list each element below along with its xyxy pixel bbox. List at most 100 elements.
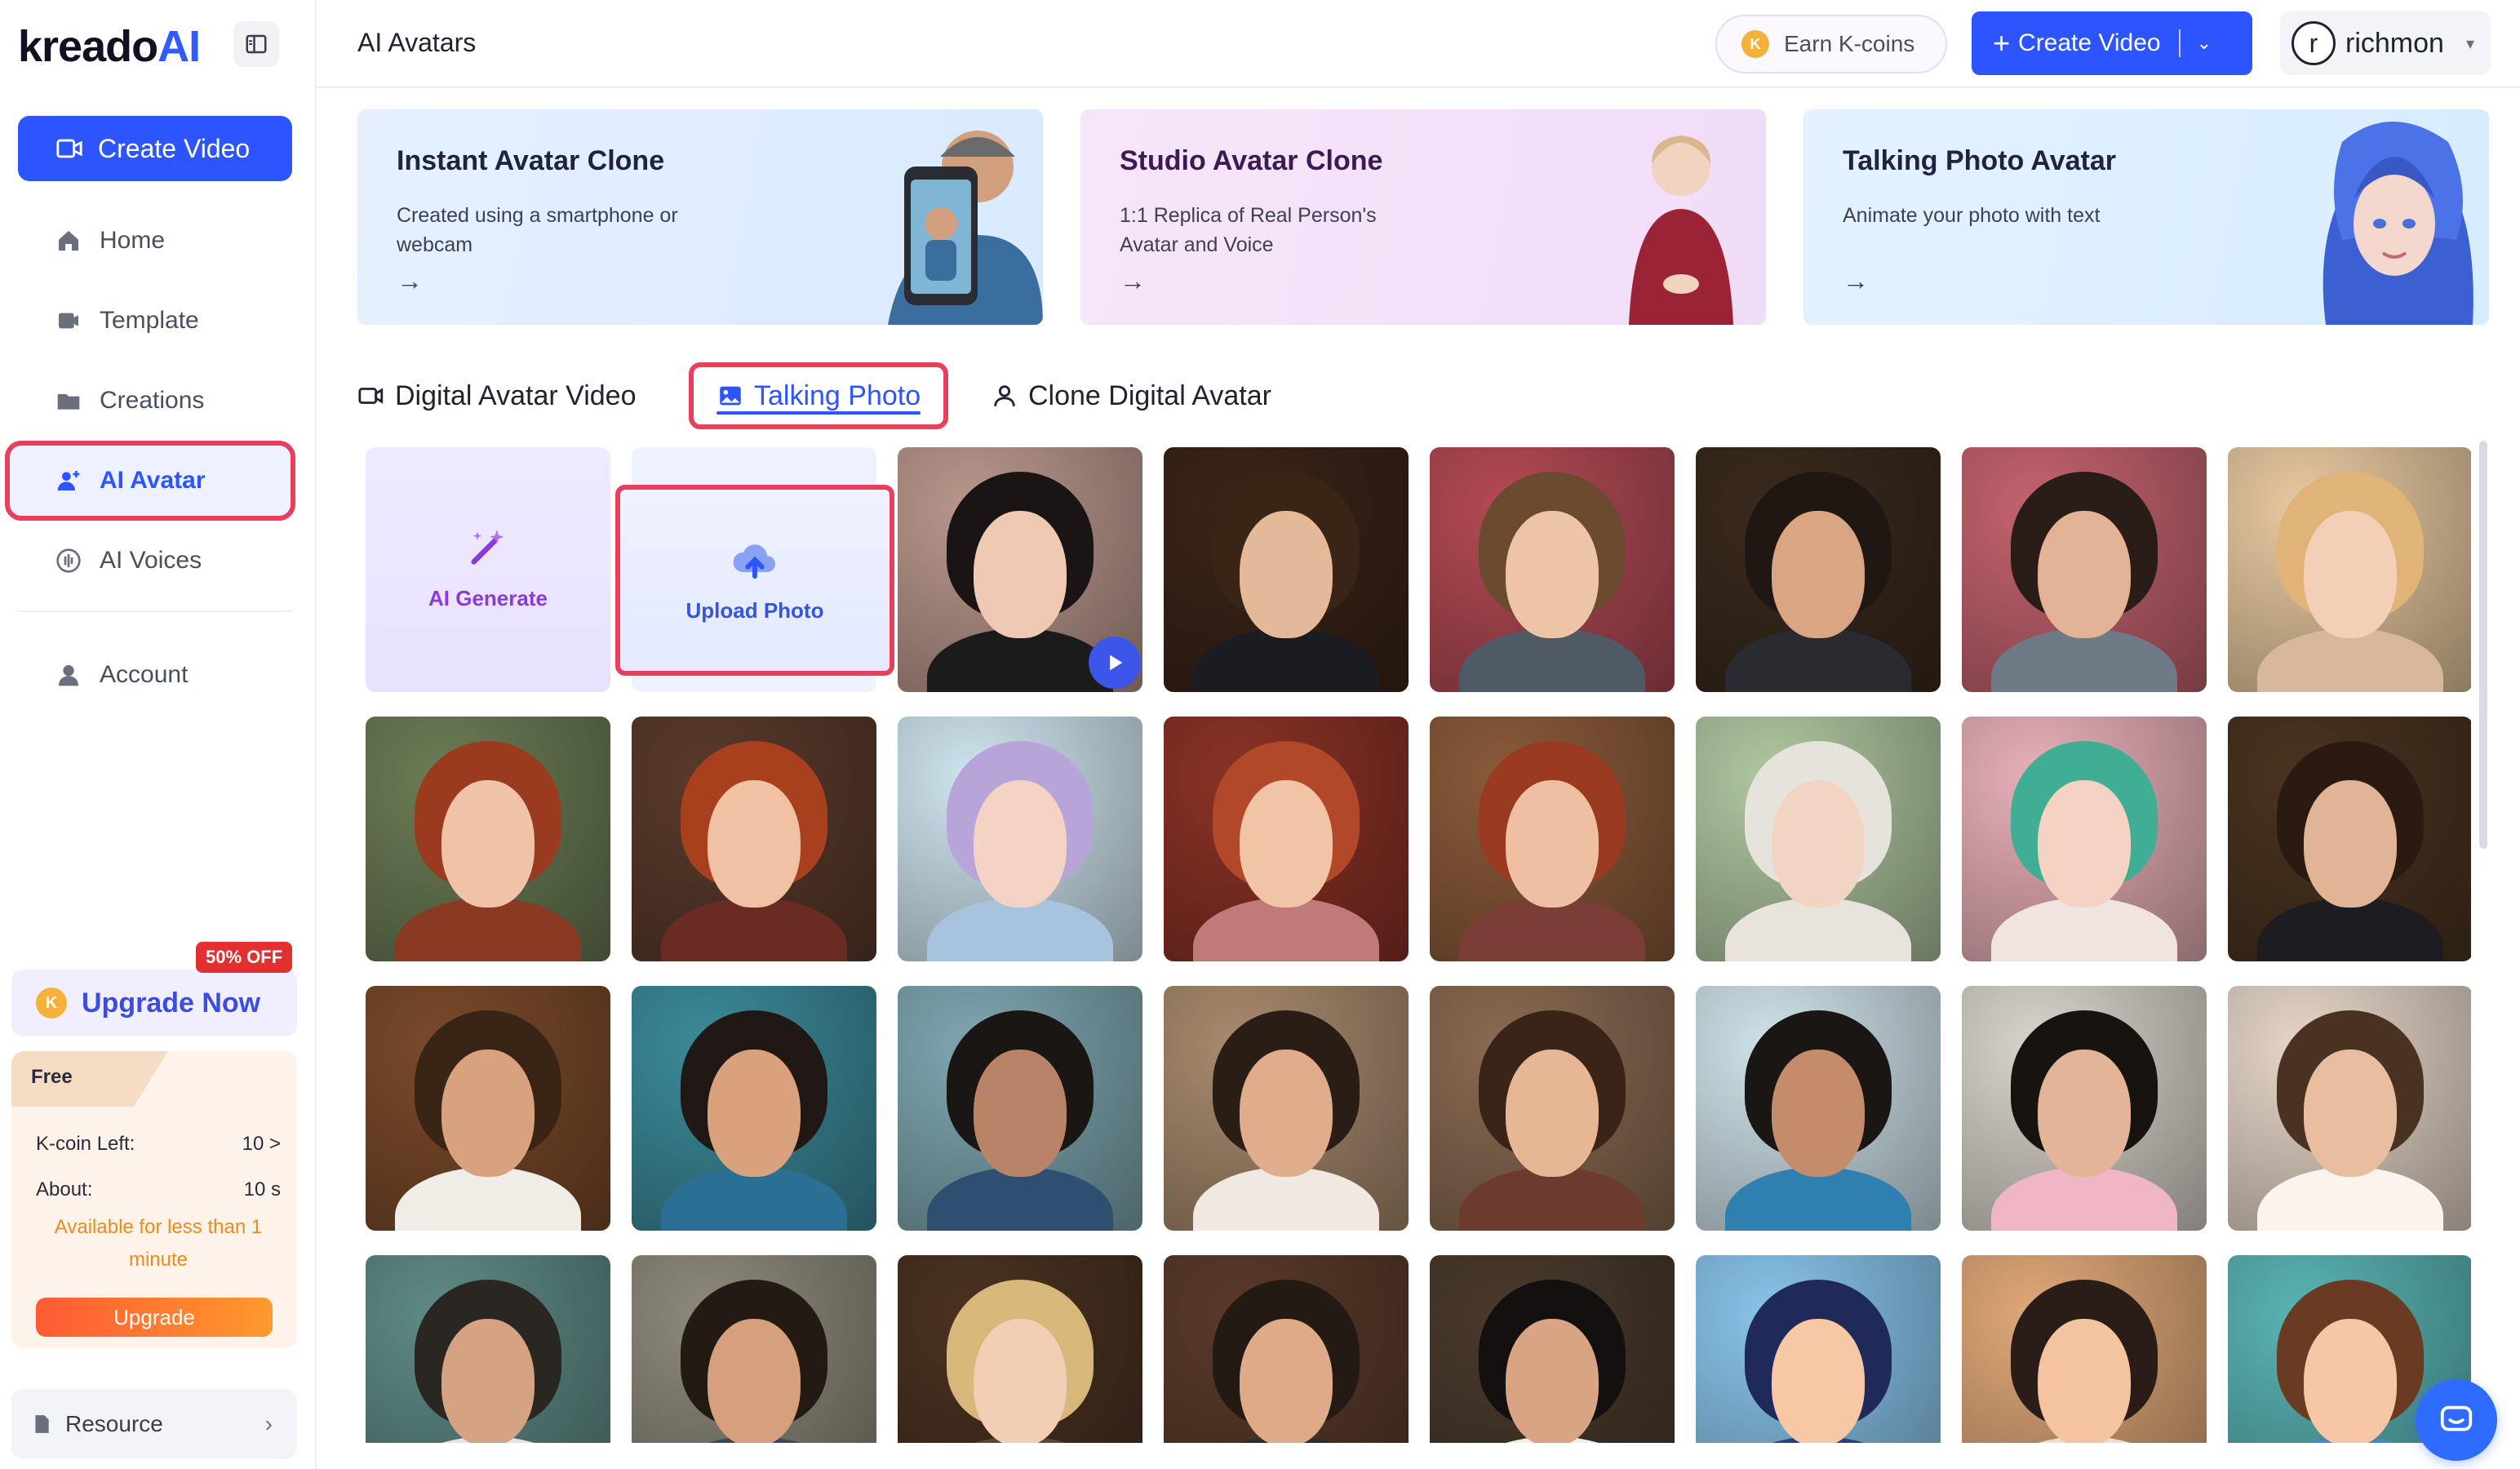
avatar-photo-tile[interactable] bbox=[1430, 447, 1675, 692]
plan-card: Free K-coin Left: 10 > About: 10 s Avail… bbox=[11, 1051, 297, 1348]
chat-support-button[interactable] bbox=[2416, 1379, 2497, 1461]
sidebar-item-label: AI Voices bbox=[100, 547, 202, 574]
portrait-face bbox=[2304, 511, 2397, 638]
portrait-face bbox=[974, 780, 1067, 908]
sidebar-item-label: Template bbox=[100, 307, 199, 334]
document-icon bbox=[35, 1415, 49, 1433]
avatar-photo-tile[interactable] bbox=[1696, 447, 1941, 692]
plan-tier: Free bbox=[11, 1051, 168, 1107]
k-coin-icon: K bbox=[1741, 30, 1769, 58]
portrait-face bbox=[1240, 511, 1333, 638]
user-add-icon bbox=[57, 471, 80, 490]
portrait-face bbox=[1506, 1319, 1599, 1443]
avatar-photo-tile[interactable] bbox=[1962, 1255, 2207, 1443]
ai-generate-label: AI Generate bbox=[428, 586, 548, 610]
portrait-face bbox=[708, 1050, 801, 1177]
talking-photo-avatar-card[interactable]: Talking Photo Avatar Animate your photo … bbox=[1803, 109, 2489, 325]
avatar-photo-tile[interactable] bbox=[1164, 1255, 1409, 1443]
avatar-photo-tile[interactable] bbox=[632, 1255, 876, 1443]
tab-digital-avatar-video[interactable]: Digital Avatar Video bbox=[357, 367, 637, 424]
button-separator bbox=[2178, 29, 2181, 57]
avatar-photo-tile[interactable] bbox=[1430, 717, 1675, 961]
avatar-photo-tile[interactable] bbox=[1164, 717, 1409, 961]
sidebar-collapse-button[interactable] bbox=[233, 21, 279, 67]
resource-label: Resource bbox=[65, 1411, 163, 1436]
sidebar: kreadoAI Create Video Home Template Crea… bbox=[0, 0, 317, 1469]
kreado-logo[interactable]: kreadoAI bbox=[18, 21, 201, 72]
chevron-down-icon: ▾ bbox=[2465, 34, 2474, 53]
upload-photo-tile[interactable]: Upload Photo bbox=[615, 447, 894, 692]
feature-title: Instant Avatar Clone bbox=[397, 145, 665, 176]
play-icon bbox=[1110, 655, 1123, 671]
portrait-face bbox=[1506, 511, 1599, 638]
upload-photo-label: Upload Photo bbox=[685, 598, 824, 623]
avatar-photo-tile[interactable] bbox=[366, 1255, 610, 1443]
avatar-photo-tile[interactable] bbox=[1696, 1255, 1941, 1443]
sidebar-item-creations[interactable]: Creations bbox=[10, 366, 291, 436]
sidebar-create-video-label: Create Video bbox=[98, 133, 251, 163]
resource-menu[interactable]: Resource › bbox=[11, 1389, 297, 1459]
avatar-photo-tile[interactable] bbox=[1430, 986, 1675, 1231]
sidebar-item-ai-avatar[interactable]: AI Avatar bbox=[5, 441, 295, 521]
plus-icon: + bbox=[1993, 26, 2011, 60]
ai-generate-tile[interactable]: AI Generate bbox=[366, 447, 610, 692]
portrait-face bbox=[2038, 1319, 2131, 1443]
earn-kcoins-button[interactable]: K Earn K-coins bbox=[1715, 15, 1947, 73]
header-create-video-button[interactable]: + Create Video ⌄ bbox=[1972, 11, 2252, 75]
discount-badge: 50% OFF bbox=[196, 942, 293, 973]
sidebar-item-template[interactable]: Template bbox=[10, 286, 291, 356]
tab-clone-digital-avatar[interactable]: Clone Digital Avatar bbox=[991, 367, 1271, 424]
upload-photo-button[interactable]: Upload Photo bbox=[615, 485, 894, 676]
page-title: AI Avatars bbox=[357, 28, 477, 57]
avatar-photo-tile[interactable] bbox=[1962, 717, 2207, 961]
portrait-face bbox=[1240, 780, 1333, 908]
user-menu[interactable]: r richmon ▾ bbox=[2280, 11, 2491, 75]
avatar-photo-tile[interactable] bbox=[632, 717, 876, 961]
play-preview-button[interactable] bbox=[1089, 637, 1141, 689]
studio-avatar-clone-card[interactable]: Studio Avatar Clone 1:1 Replica of Real … bbox=[1080, 109, 1766, 325]
portrait-face bbox=[1240, 1050, 1333, 1177]
video-plus-icon bbox=[56, 139, 82, 158]
avatar-photo-tile[interactable] bbox=[1164, 986, 1409, 1231]
avatar-photo-tile[interactable] bbox=[2228, 717, 2471, 961]
kcoin-value: 10 > bbox=[242, 1133, 281, 1155]
avatar-photo-tile[interactable] bbox=[898, 986, 1142, 1231]
chevron-down-icon[interactable]: ⌄ bbox=[2197, 33, 2212, 54]
plan-upgrade-button[interactable]: Upgrade bbox=[36, 1298, 273, 1337]
avatar-photo-tile[interactable] bbox=[2228, 447, 2471, 692]
tab-talking-photo[interactable]: Talking Photo bbox=[688, 362, 949, 429]
feature-description: 1:1 Replica of Real Person's Avatar and … bbox=[1120, 204, 1377, 256]
avatar-photo-tile[interactable] bbox=[1696, 986, 1941, 1231]
kcoin-row[interactable]: K-coin Left: 10 > bbox=[36, 1133, 281, 1156]
arrow-right-icon: → bbox=[1843, 266, 1869, 295]
cloud-upload-icon bbox=[733, 544, 775, 579]
instant-avatar-clone-card[interactable]: Instant Avatar Clone Created using a sma… bbox=[357, 109, 1043, 325]
studio-presenter-illustration bbox=[1629, 135, 1733, 325]
avatar-photo-tile[interactable] bbox=[1696, 717, 1941, 961]
avatar-photo-tile[interactable] bbox=[1430, 1255, 1675, 1443]
sidebar-item-account[interactable]: Account bbox=[10, 640, 291, 710]
feature-title: Talking Photo Avatar bbox=[1843, 145, 2117, 176]
sidebar-item-ai-voices[interactable]: AI Voices bbox=[10, 526, 291, 596]
avatar-photo-tile[interactable] bbox=[366, 717, 610, 961]
avatar-photo-tile[interactable] bbox=[1164, 447, 1409, 692]
sidebar-create-video-button[interactable]: Create Video bbox=[18, 116, 292, 181]
avatar-photo-tile[interactable] bbox=[898, 1255, 1142, 1443]
avatar-photo-tile[interactable] bbox=[1962, 986, 2207, 1231]
scrollbar[interactable] bbox=[2479, 441, 2487, 849]
smartphone-selfie-illustration bbox=[888, 131, 1043, 325]
avatar-photo-tile[interactable] bbox=[898, 447, 1142, 692]
tab-label: Clone Digital Avatar bbox=[1028, 379, 1271, 411]
header-create-video-label: Create Video bbox=[2018, 29, 2161, 56]
avatar-photo-tile[interactable] bbox=[898, 717, 1142, 961]
top-header: AI Avatars K Earn K-coins + Create Video… bbox=[317, 0, 2520, 88]
sidebar-divider bbox=[18, 610, 292, 612]
avatar-photo-tile[interactable] bbox=[2228, 986, 2471, 1231]
avatar-photo-tile[interactable] bbox=[632, 986, 876, 1231]
kcoin-label: K-coin Left: bbox=[36, 1133, 135, 1155]
avatar-photo-tile[interactable] bbox=[366, 986, 610, 1231]
sidebar-item-home[interactable]: Home bbox=[10, 206, 291, 276]
upgrade-now-banner[interactable]: K Upgrade Now bbox=[11, 970, 297, 1036]
avatar-photo-tile[interactable] bbox=[1962, 447, 2207, 692]
portrait-face bbox=[1506, 1050, 1599, 1177]
